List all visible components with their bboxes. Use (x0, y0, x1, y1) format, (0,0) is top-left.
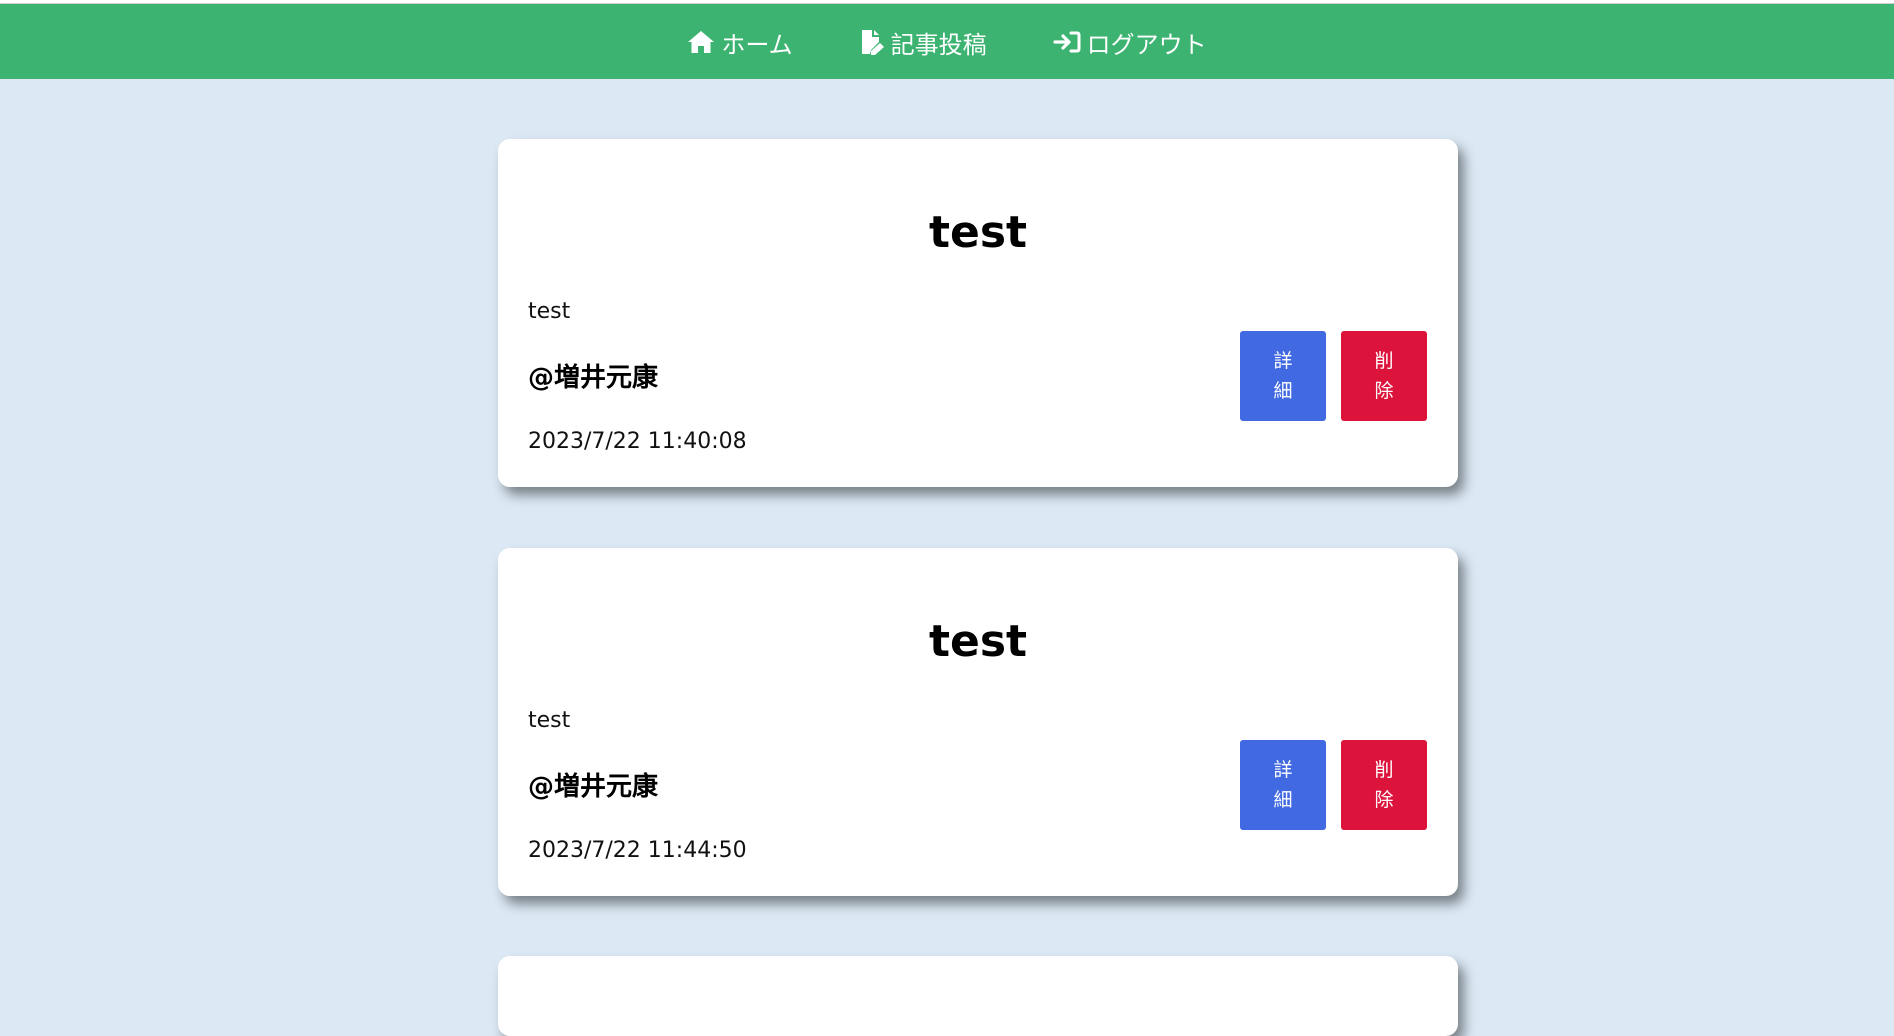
sign-out-icon (1053, 31, 1081, 53)
post-card-partial (498, 956, 1458, 1036)
post-title: test (928, 207, 1028, 258)
detail-label-line1: 詳 (1273, 350, 1293, 372)
nav-items: ホーム 記事投稿 ログアウト (0, 4, 1894, 80)
delete-label-line2: 除 (1374, 789, 1394, 811)
nav-item-post-article[interactable]: 記事投稿 (859, 25, 987, 60)
file-edit-icon (861, 30, 884, 55)
post-card: test test @増井元康 2023/7/22 11:40:08 詳 細 削… (498, 139, 1458, 487)
post-title: test (928, 616, 1028, 667)
navbar: ホーム 記事投稿 ログアウト (0, 3, 1894, 79)
delete-button[interactable]: 削 除 (1341, 331, 1427, 421)
delete-label-line1: 削 (1374, 759, 1394, 781)
post-body: test (528, 299, 571, 324)
detail-label-line2: 細 (1273, 380, 1293, 402)
delete-button[interactable]: 削 除 (1341, 740, 1427, 830)
post-feed: test test @増井元康 2023/7/22 11:40:08 詳 細 削… (498, 139, 1458, 957)
home-icon (688, 31, 715, 53)
delete-label-line1: 削 (1374, 350, 1394, 372)
detail-button[interactable]: 詳 細 (1240, 331, 1326, 421)
detail-label-line2: 細 (1273, 789, 1293, 811)
post-date: 2023/7/22 11:44:50 (528, 838, 747, 863)
post-card: test test @増井元康 2023/7/22 11:44:50 詳 細 削… (498, 548, 1458, 896)
delete-label-line2: 除 (1374, 380, 1394, 402)
nav-label-logout: ログアウト (1086, 30, 1207, 59)
detail-label-line1: 詳 (1273, 759, 1293, 781)
post-body: test (528, 708, 571, 733)
nav-item-home[interactable]: ホーム (687, 25, 793, 60)
post-date: 2023/7/22 11:40:08 (528, 429, 747, 454)
nav-item-logout[interactable]: ログアウト (1053, 25, 1207, 60)
nav-label-home: ホーム (721, 30, 793, 59)
nav-label-post-article: 記事投稿 (890, 30, 987, 59)
detail-button[interactable]: 詳 細 (1240, 740, 1326, 830)
post-author: @増井元康 (528, 772, 659, 802)
post-author: @増井元康 (528, 363, 659, 393)
